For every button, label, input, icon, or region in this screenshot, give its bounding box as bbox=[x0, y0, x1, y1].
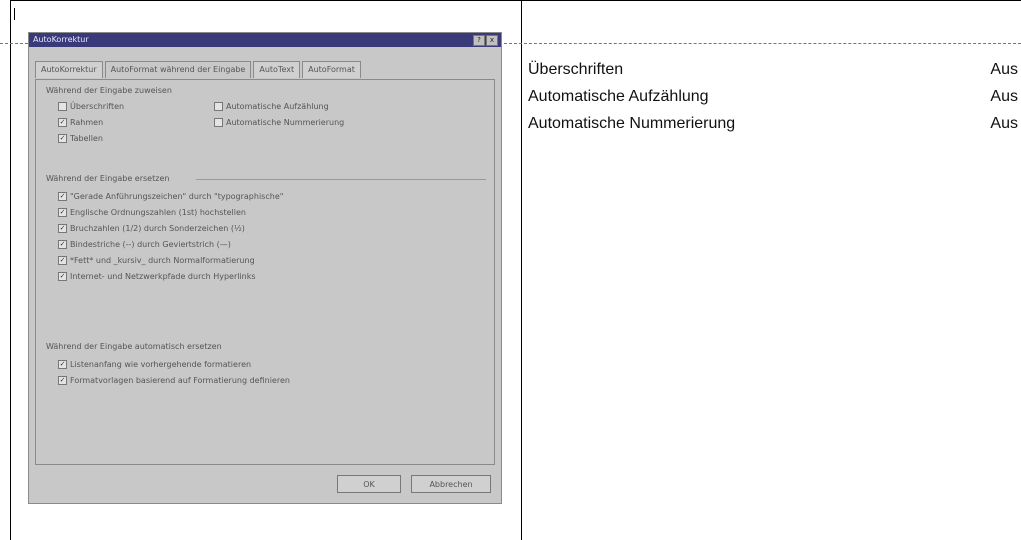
close-icon[interactable]: x bbox=[486, 35, 498, 46]
tab-autocorrect[interactable]: AutoKorrektur bbox=[35, 61, 103, 78]
checkbox-label: Automatische Nummerierung bbox=[226, 118, 345, 127]
group-replace-title: Während der Eingabe ersetzen bbox=[46, 174, 170, 183]
checkbox-box[interactable] bbox=[58, 102, 67, 111]
settings-table: Überschriften Aus Automatische Aufzählun… bbox=[528, 56, 1018, 137]
checkbox-label: Automatische Aufzählung bbox=[226, 102, 329, 111]
group-apply-title: Während der Eingabe zuweisen bbox=[46, 86, 172, 95]
checkbox-label: Überschriften bbox=[70, 102, 125, 111]
checkbox-box[interactable]: ✓ bbox=[58, 224, 67, 233]
table-row: Automatische Aufzählung Aus bbox=[528, 83, 1018, 110]
setting-value: Aus bbox=[990, 115, 1018, 132]
checkbox-borders[interactable]: ✓ Rahmen bbox=[58, 118, 103, 127]
setting-name: Überschriften bbox=[528, 61, 624, 78]
checkbox-auto-bullets[interactable]: Automatische Aufzählung bbox=[214, 102, 329, 111]
checkbox-box[interactable]: ✓ bbox=[58, 360, 67, 369]
checkbox-label: Rahmen bbox=[70, 118, 104, 127]
checkbox-bold-italic[interactable]: ✓ *Fett* und _kursiv_ durch Normalformat… bbox=[58, 256, 255, 265]
checkbox-fractions[interactable]: ✓ Bruchzahlen (1/2) durch Sonderzeichen … bbox=[58, 224, 245, 233]
setting-name: Automatische Aufzählung bbox=[528, 88, 709, 105]
tab-autoformat-typing[interactable]: AutoFormat während der Eingabe bbox=[104, 61, 252, 78]
group-auto-title: Während der Eingabe automatisch ersetzen bbox=[46, 342, 222, 351]
checkbox-label: Formatvorlagen basierend auf Formatierun… bbox=[70, 376, 290, 385]
checkbox-box[interactable]: ✓ bbox=[58, 118, 67, 127]
setting-name: Automatische Nummerierung bbox=[528, 115, 736, 132]
checkbox-label: Bruchzahlen (1/2) durch Sonderzeichen (½… bbox=[70, 224, 245, 233]
table-row: Automatische Nummerierung Aus bbox=[528, 110, 1018, 137]
group-divider bbox=[196, 179, 486, 180]
checkbox-dashes[interactable]: ✓ Bindestriche (--) durch Geviertstrich … bbox=[58, 240, 231, 249]
checkbox-tables[interactable]: ✓ Tabellen bbox=[58, 134, 103, 143]
checkbox-box[interactable]: ✓ bbox=[58, 376, 67, 385]
checkbox-headings[interactable]: Überschriften bbox=[58, 102, 124, 111]
checkbox-label: Bindestriche (--) durch Geviertstrich (—… bbox=[70, 240, 231, 249]
cancel-button[interactable]: Abbrechen bbox=[411, 475, 491, 493]
tab-panel: Während der Eingabe zuweisen Überschrift… bbox=[35, 79, 495, 465]
checkbox-ordinals[interactable]: ✓ Englische Ordnungszahlen (1st) hochste… bbox=[58, 208, 246, 217]
checkbox-label: *Fett* und _kursiv_ durch Normalformatie… bbox=[70, 256, 255, 265]
checkbox-box[interactable]: ✓ bbox=[58, 208, 67, 217]
ok-button[interactable]: OK bbox=[337, 475, 401, 493]
tab-autotext[interactable]: AutoText bbox=[253, 61, 301, 78]
checkbox-box[interactable] bbox=[214, 102, 223, 111]
checkbox-auto-numbering[interactable]: Automatische Nummerierung bbox=[214, 118, 344, 127]
checkbox-label: Listenanfang wie vorhergehende formatier… bbox=[70, 360, 252, 369]
text-cursor bbox=[14, 8, 15, 20]
dialog-tabs: AutoKorrektur AutoFormat während der Ein… bbox=[35, 61, 361, 78]
checkbox-smart-quotes[interactable]: ✓ "Gerade Anführungszeichen" durch "typo… bbox=[58, 192, 283, 201]
autocorrect-dialog-screenshot: AutoKorrektur ? x AutoKorrektur AutoForm… bbox=[28, 32, 502, 504]
checkbox-define-styles[interactable]: ✓ Formatvorlagen basierend auf Formatier… bbox=[58, 376, 290, 385]
checkbox-box[interactable] bbox=[214, 118, 223, 127]
dialog-titlebar: AutoKorrektur ? x bbox=[29, 33, 501, 47]
checkbox-label: Tabellen bbox=[70, 134, 103, 143]
help-icon[interactable]: ? bbox=[473, 35, 485, 46]
setting-value: Aus bbox=[990, 88, 1018, 105]
checkbox-hyperlinks[interactable]: ✓ Internet- und Netzwerkpfade durch Hype… bbox=[58, 272, 256, 281]
checkbox-box[interactable]: ✓ bbox=[58, 240, 67, 249]
checkbox-list-format[interactable]: ✓ Listenanfang wie vorhergehende formati… bbox=[58, 360, 251, 369]
checkbox-label: Internet- und Netzwerkpfade durch Hyperl… bbox=[70, 272, 256, 281]
checkbox-box[interactable]: ✓ bbox=[58, 192, 67, 201]
tab-autoformat[interactable]: AutoFormat bbox=[302, 61, 361, 78]
checkbox-box[interactable]: ✓ bbox=[58, 134, 67, 143]
dialog-title: AutoKorrektur bbox=[33, 35, 89, 44]
table-row: Überschriften Aus bbox=[528, 56, 1018, 83]
setting-value: Aus bbox=[990, 61, 1018, 78]
checkbox-box[interactable]: ✓ bbox=[58, 272, 67, 281]
checkbox-box[interactable]: ✓ bbox=[58, 256, 67, 265]
checkbox-label: "Gerade Anführungszeichen" durch "typogr… bbox=[70, 192, 284, 201]
checkbox-label: Englische Ordnungszahlen (1st) hochstell… bbox=[70, 208, 246, 217]
